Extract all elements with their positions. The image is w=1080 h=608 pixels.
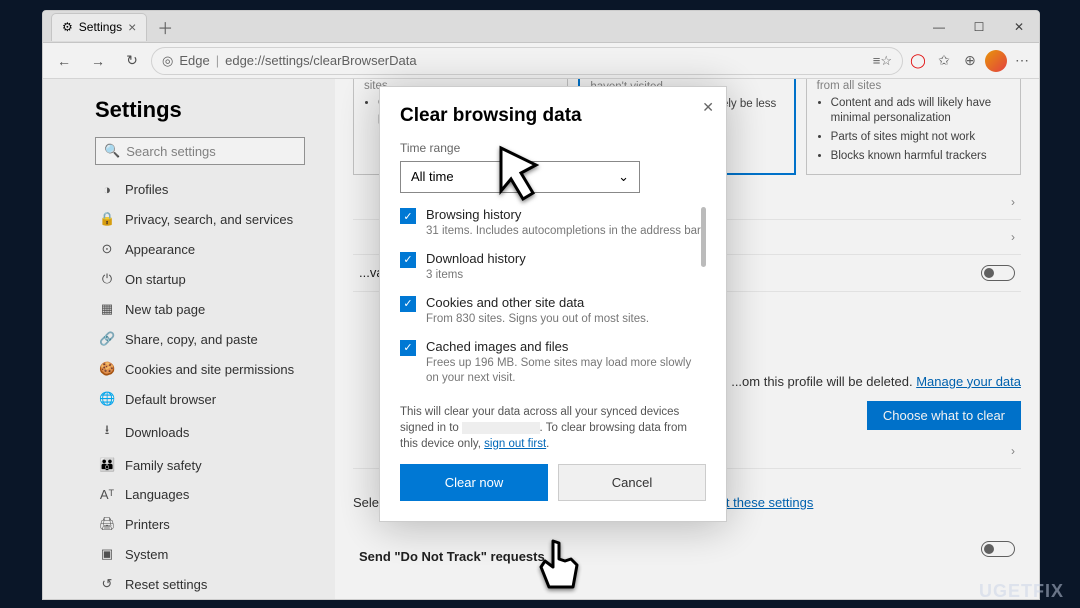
checkbox-checked-icon[interactable]: ✓ <box>400 340 416 356</box>
option-title: Cached images and files <box>426 339 706 354</box>
scrollbar[interactable] <box>701 207 706 267</box>
checkbox-checked-icon[interactable]: ✓ <box>400 252 416 268</box>
clear-option[interactable]: ✓ Cookies and other site data From 830 sit… <box>400 295 706 327</box>
option-sub: 31 items. Includes autocompletions in th… <box>426 224 703 239</box>
clear-now-button[interactable]: Clear now <box>400 464 548 502</box>
sign-out-link[interactable]: sign out first <box>484 438 546 450</box>
clear-option[interactable]: ✓ Download history 3 items <box>400 251 706 283</box>
checkbox-checked-icon[interactable]: ✓ <box>400 208 416 224</box>
clear-data-dialog: ✕ Clear browsing data Time range All tim… <box>379 86 727 522</box>
clear-option[interactable]: ✓ Cached images and files Frees up 196 MB.… <box>400 339 706 386</box>
clear-option[interactable]: ✓ Browsing history 31 items. Includes auto… <box>400 207 706 239</box>
option-sub: 3 items <box>426 268 526 283</box>
watermark: UGETFIX <box>979 581 1064 602</box>
option-title: Browsing history <box>426 207 703 222</box>
checkbox-checked-icon[interactable]: ✓ <box>400 296 416 312</box>
time-range-label: Time range <box>400 141 706 155</box>
option-title: Cookies and other site data <box>426 295 649 310</box>
chevron-down-icon: ⌄ <box>618 169 629 185</box>
option-title: Download history <box>426 251 526 266</box>
cancel-button[interactable]: Cancel <box>558 464 706 502</box>
browser-window: ⚙ Settings × ＋ ― ☐ ✕ ← → ↻ ◎ Edge | edge… <box>42 10 1040 600</box>
close-dialog-button[interactable]: ✕ <box>702 99 714 116</box>
option-sub: Frees up 196 MB. Some sites may load mor… <box>426 356 706 386</box>
sync-note: This will clear your data across all you… <box>400 404 706 452</box>
option-sub: From 830 sites. Signs you out of most si… <box>426 312 649 327</box>
time-range-select[interactable]: All time ⌄ <box>400 161 640 193</box>
dialog-title: Clear browsing data <box>400 105 706 127</box>
